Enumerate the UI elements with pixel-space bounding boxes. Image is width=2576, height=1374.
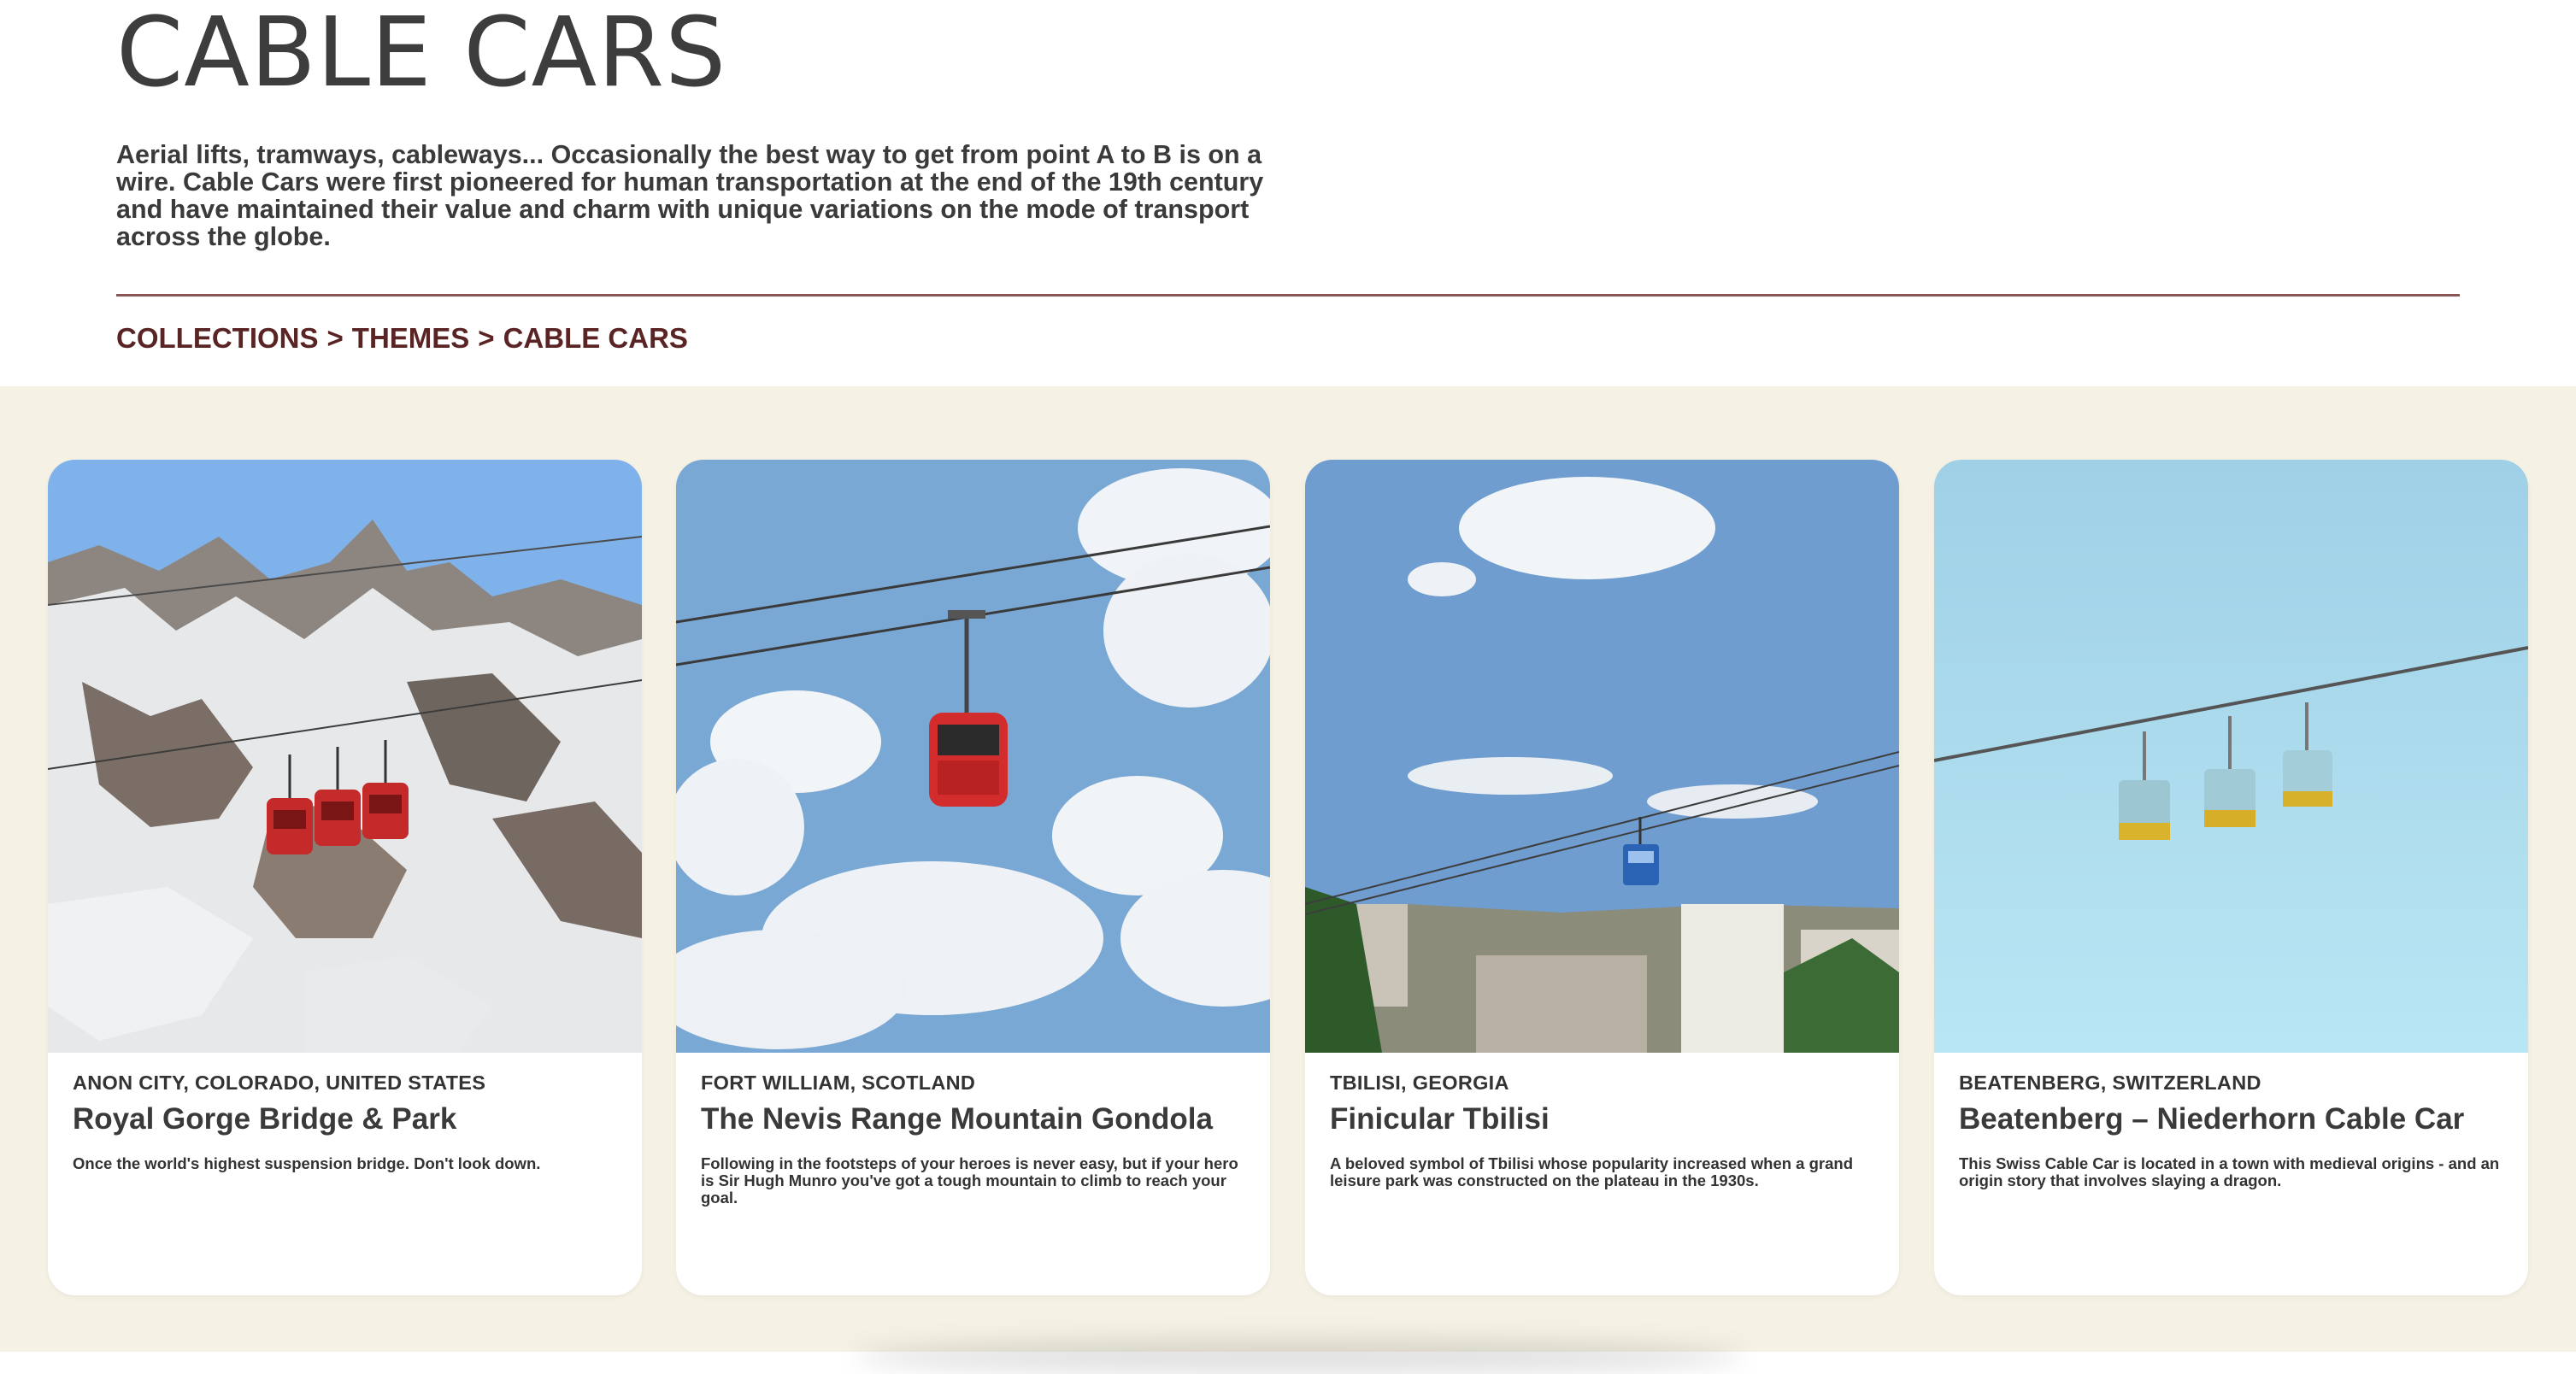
breadcrumb-separator: >	[326, 322, 344, 354]
card-royal-gorge[interactable]: ANON CITY, COLORADO, UNITED STATES Royal…	[48, 460, 642, 1295]
breadcrumb: COLLECTIONS > THEMES > CABLE CARS	[116, 321, 688, 355]
breadcrumb-separator: >	[478, 322, 495, 354]
card-title[interactable]: Beatenberg – Niederhorn Cable Car	[1959, 1101, 2506, 1138]
snowy-mountain-red-gondolas-image	[48, 460, 642, 1053]
card-location: FORT WILLIAM, SCOTLAND	[701, 1072, 976, 1094]
card-location: TBILISI, GEORGIA	[1330, 1072, 1509, 1094]
breadcrumb-themes[interactable]: THEMES	[352, 321, 470, 355]
card-description: Once the world's highest suspension brid…	[73, 1154, 541, 1172]
three-yellow-gondolas-blue-sky-image	[1934, 460, 2528, 1053]
scroll-shadow	[855, 1340, 1744, 1374]
red-gondola-cloudy-sky-image	[676, 460, 1270, 1053]
card-beatenberg[interactable]: BEATENBERG, SWITZERLAND Beatenberg – Nie…	[1934, 460, 2528, 1295]
card-finicular-tbilisi[interactable]: TBILISI, GEORGIA Finicular Tbilisi A bel…	[1305, 460, 1899, 1295]
breadcrumb-collections[interactable]: COLLECTIONS	[116, 321, 319, 355]
card-title[interactable]: Finicular Tbilisi	[1330, 1101, 1877, 1138]
card-nevis-range[interactable]: FORT WILLIAM, SCOTLAND The Nevis Range M…	[676, 460, 1270, 1295]
card-description: This Swiss Cable Car is located in a tow…	[1959, 1154, 2500, 1189]
page-intro: Aerial lifts, tramways, cableways... Occ…	[116, 140, 1264, 251]
card-description: A beloved symbol of Tbilisi whose popula…	[1330, 1154, 1853, 1189]
card-title[interactable]: Royal Gorge Bridge & Park	[73, 1101, 620, 1138]
page-title: CABLE CARS	[116, 0, 727, 109]
page-header: CABLE CARS Aerial lifts, tramways, cable…	[0, 0, 2576, 386]
card-description: Following in the footsteps of your heroe…	[701, 1154, 1238, 1207]
blue-cabin-over-city-image	[1305, 460, 1899, 1053]
card-title[interactable]: The Nevis Range Mountain Gondola	[701, 1101, 1248, 1138]
breadcrumb-current: CABLE CARS	[503, 322, 688, 354]
card-location: ANON CITY, COLORADO, UNITED STATES	[73, 1072, 486, 1094]
card-location: BEATENBERG, SWITZERLAND	[1959, 1072, 2261, 1094]
header-divider	[116, 294, 2460, 297]
